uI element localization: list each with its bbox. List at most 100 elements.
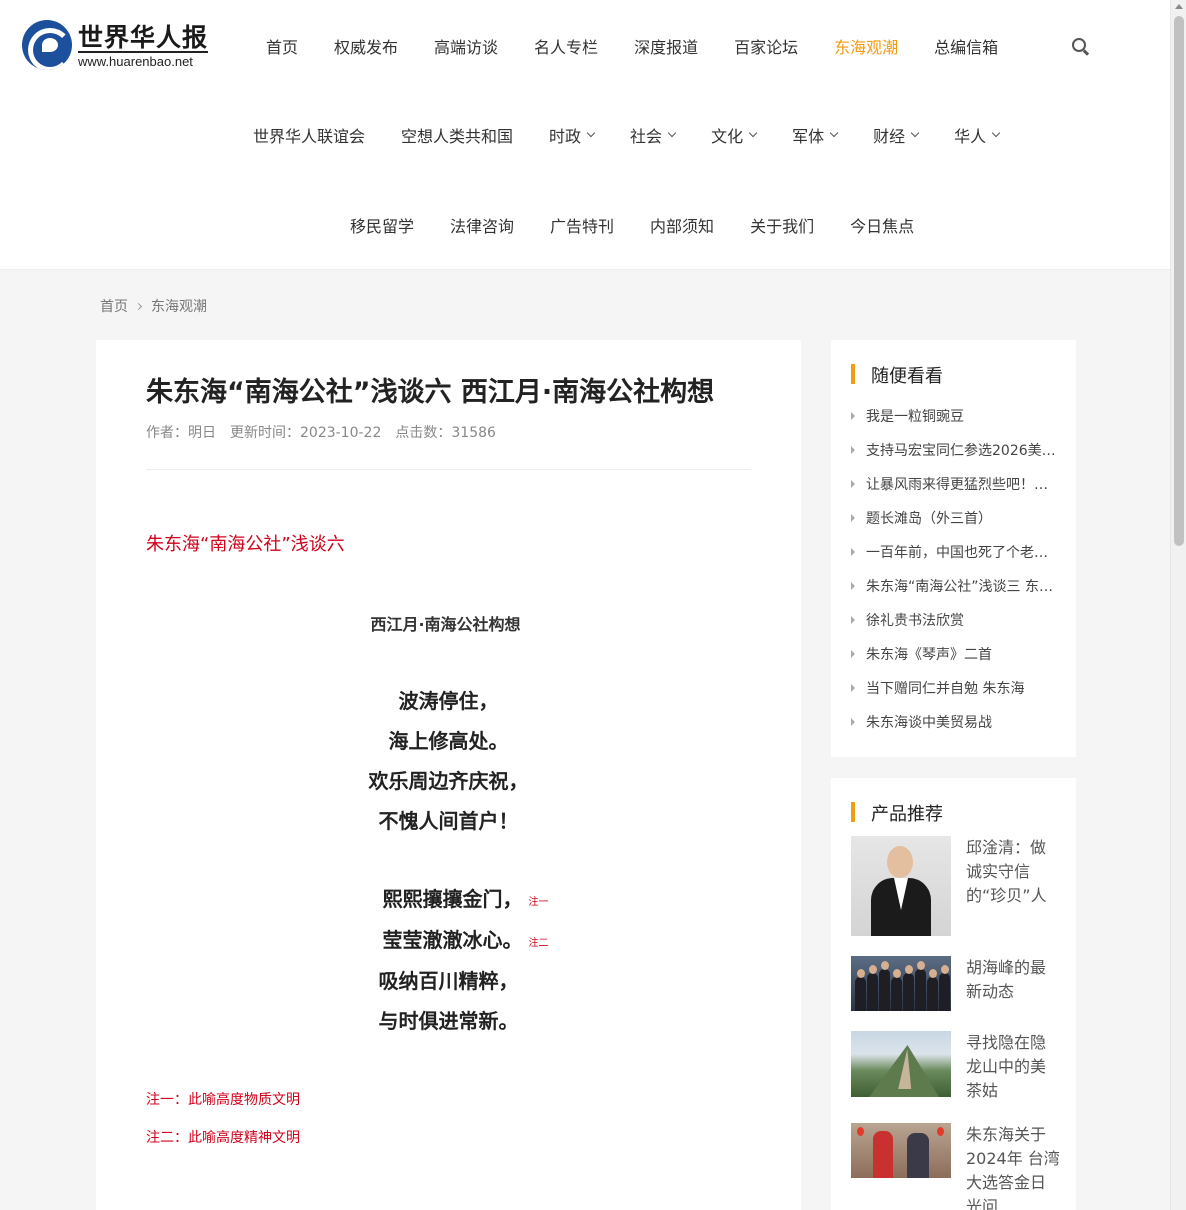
nav-item[interactable]: 权威发布: [334, 34, 398, 58]
breadcrumb-category[interactable]: 东海观潮: [151, 296, 207, 316]
page-scrollbar[interactable]: [1170, 0, 1186, 1210]
thumb-figure: [867, 965, 878, 1011]
article-title: 朱东海“南海公社”浅谈六 西江月·南海公社构想: [146, 377, 715, 408]
nav-item[interactable]: 总编信箱: [934, 34, 998, 58]
site-url: www.huarenbao.net: [78, 54, 193, 69]
product-thumbnail[interactable]: [851, 836, 951, 936]
footnote-1: 注一：此喻高度物质文明: [146, 1092, 300, 1108]
nav-item[interactable]: 社会: [630, 123, 677, 147]
nav-item[interactable]: 内部须知: [650, 213, 714, 237]
article-subtitle: 朱东海“南海公社”浅谈六: [146, 534, 345, 555]
product-thumbnail[interactable]: [851, 956, 951, 1011]
thumb-figure: [939, 965, 950, 1011]
nav-item[interactable]: 东海观潮: [834, 34, 898, 58]
nav-item[interactable]: 华人: [954, 123, 1001, 147]
product-item[interactable]: 邱淦清：做诚实守信的“珍贝”人: [851, 836, 1066, 936]
chevron-down-icon: [829, 128, 839, 138]
nav-item-label: 名人专栏: [534, 38, 599, 57]
chevron-down-icon: [748, 128, 758, 138]
poem-line: 不愧人间首户！: [96, 805, 801, 834]
scroll-up-icon[interactable]: [1175, 4, 1183, 9]
nav-item[interactable]: 军体: [792, 123, 839, 147]
random-list-item[interactable]: 题长滩岛（外三首）: [851, 508, 1056, 528]
products-widget-title: 产品推荐: [851, 800, 943, 826]
nav-item-label: 东海观潮: [834, 38, 899, 57]
poem-line: 海上修高处。: [96, 725, 801, 754]
dragon-logo-icon: [22, 20, 72, 70]
nav-item-label: 移民留学: [350, 217, 415, 236]
nav-item-label: 深度报道: [634, 38, 699, 57]
poem-line-text: 吸纳百川精粹，: [378, 969, 519, 993]
product-thumbnail[interactable]: [851, 1031, 951, 1097]
product-item[interactable]: 朱东海关于2024年 台湾大选答金日光问: [851, 1123, 1066, 1210]
nav-item[interactable]: 关于我们: [750, 213, 814, 237]
product-name[interactable]: 胡海峰的最新动态: [966, 956, 1061, 1004]
random-list-item[interactable]: 当下赠同仁并自勉 朱东海: [851, 678, 1056, 698]
nav-item-label: 空想人类共和国: [401, 127, 514, 146]
logo-divider: [78, 51, 208, 53]
chevron-down-icon: [910, 128, 920, 138]
nav-item[interactable]: 今日焦点: [850, 213, 914, 237]
article-card: 朱东海“南海公社”浅谈六 西江月·南海公社构想 作者：明日 更新时间：2023-…: [96, 340, 801, 1210]
random-list-item[interactable]: 让暴风雨来得更猛烈些吧！朱东海: [851, 474, 1056, 494]
nav-item[interactable]: 高端访谈: [434, 34, 498, 58]
thumb-figure-head: [887, 846, 913, 878]
poem-line-text: 与时俱进常新。: [378, 1009, 519, 1033]
search-icon[interactable]: [1072, 38, 1090, 56]
product-name[interactable]: 寻找隐在隐龙山中的美茶姑: [966, 1031, 1061, 1103]
nav-item[interactable]: 移民留学: [350, 213, 414, 237]
product-name[interactable]: 朱东海关于2024年 台湾大选答金日光问: [966, 1123, 1061, 1210]
poem-line: 莹莹澈澈冰心。 注二: [96, 924, 801, 953]
product-thumbnail[interactable]: [851, 1123, 951, 1178]
site-header: 世界华人报 www.huarenbao.net 首页 权威发布 高端访谈 名人专栏 深度…: [0, 0, 1170, 270]
nav-item-label: 华人: [954, 127, 987, 146]
nav-item[interactable]: 法律咨询: [450, 213, 514, 237]
nav-item[interactable]: 财经: [873, 123, 920, 147]
nav-row-primary: 首页 权威发布 高端访谈 名人专栏 深度报道 百家论坛 东海观潮 总编信箱: [266, 34, 998, 58]
product-name[interactable]: 邱淦清：做诚实守信的“珍贝”人: [966, 836, 1061, 908]
random-list-item[interactable]: 朱东海“南海公社”浅谈三 东海观潮: [851, 576, 1056, 596]
products-widget: 产品推荐 邱淦清：做诚实守信的“珍贝”人 胡海峰的最新动态 寻找隐在隐龙山中的美…: [831, 778, 1076, 1210]
thumb-figure: [855, 969, 866, 1011]
product-item[interactable]: 胡海峰的最新动态: [851, 956, 1066, 1012]
poem-line: 与时俱进常新。: [96, 1005, 801, 1034]
nav-item[interactable]: 空想人类共和国: [401, 123, 513, 147]
random-list-item[interactable]: 朱东海谈中美贸易战: [851, 712, 1056, 732]
nav-item[interactable]: 广告特刊: [550, 213, 614, 237]
nav-item[interactable]: 首页: [266, 34, 298, 58]
nav-item[interactable]: 时政: [549, 123, 596, 147]
scrollbar-thumb[interactable]: [1174, 16, 1184, 546]
nav-item[interactable]: 文化: [711, 123, 758, 147]
nav-item-label: 社会: [630, 127, 663, 146]
product-item[interactable]: 寻找隐在隐龙山中的美茶姑: [851, 1031, 1066, 1103]
nav-item-label: 总编信箱: [934, 38, 999, 57]
article-divider: [146, 469, 751, 470]
nav-item[interactable]: 深度报道: [634, 34, 698, 58]
nav-item-label: 关于我们: [750, 217, 815, 236]
nav-item-label: 内部须知: [650, 217, 715, 236]
poem-line: 熙熙攘攘金门， 注一: [96, 883, 801, 912]
nav-row-secondary: 世界华人联谊会 空想人类共和国 时政 社会 文化 军体 财经 华人: [253, 123, 1001, 147]
nav-item[interactable]: 名人专栏: [534, 34, 598, 58]
nav-item-label: 文化: [711, 127, 744, 146]
nav-item[interactable]: 世界华人联谊会: [253, 123, 365, 147]
random-list-item[interactable]: 我是一粒铜豌豆: [851, 406, 1056, 426]
poem-note-marker: 注二: [528, 938, 549, 949]
breadcrumb-home[interactable]: 首页: [100, 296, 128, 316]
thumb-figure: [873, 1131, 893, 1178]
random-list-item[interactable]: 徐礼贵书法欣赏: [851, 610, 1056, 630]
poem-line-text: 熙熙攘攘金门，: [382, 887, 523, 911]
site-logo[interactable]: 世界华人报 www.huarenbao.net: [22, 18, 212, 74]
random-list-item[interactable]: 一百年前，中国也死了个老人家: [851, 542, 1056, 562]
site-name: 世界华人报: [78, 23, 209, 52]
nav-item-label: 首页: [266, 38, 299, 57]
random-list-item[interactable]: 朱东海《琴声》二首: [851, 644, 1056, 664]
nav-item[interactable]: 百家论坛: [734, 34, 798, 58]
random-list-item[interactable]: 支持马宏宝同仁参选2026美国国会众议员: [851, 440, 1056, 460]
poem-line-text: 波涛停住，: [398, 689, 499, 713]
thumb-figure: [915, 961, 926, 1011]
chevron-down-icon: [586, 128, 596, 138]
chevron-down-icon: [991, 128, 1001, 138]
poem-line: 欢乐周边齐庆祝，: [96, 765, 801, 794]
thumb-figure: [879, 961, 890, 1011]
